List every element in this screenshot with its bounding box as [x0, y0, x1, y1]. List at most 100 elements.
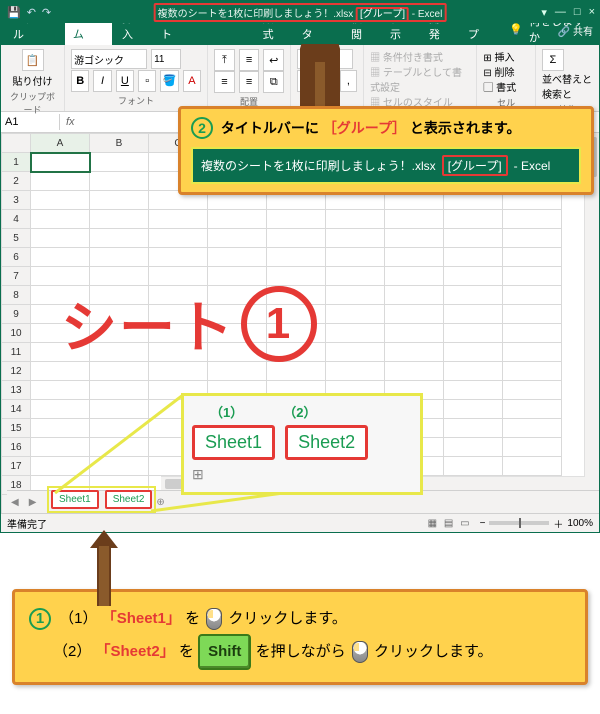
sheet-nav-prev[interactable]: ◀ — [7, 497, 23, 508]
cell[interactable] — [208, 362, 267, 381]
fill-color-button[interactable]: 🪣 — [160, 70, 178, 92]
cell[interactable] — [385, 248, 444, 267]
cell[interactable] — [503, 324, 562, 343]
row-header[interactable]: 5 — [2, 229, 31, 248]
cell[interactable] — [267, 248, 326, 267]
window-close-icon[interactable]: × — [589, 6, 595, 19]
italic-button[interactable]: I — [93, 70, 111, 92]
cell[interactable] — [444, 248, 503, 267]
cell[interactable] — [326, 210, 385, 229]
cell[interactable] — [326, 324, 385, 343]
sheet-nav-next[interactable]: ▶ — [25, 497, 41, 508]
cell[interactable] — [31, 153, 90, 172]
font-size-select[interactable] — [151, 49, 181, 69]
cell[interactable] — [31, 210, 90, 229]
cell[interactable] — [31, 229, 90, 248]
cell[interactable] — [31, 400, 90, 419]
cell[interactable] — [503, 381, 562, 400]
cell[interactable] — [326, 343, 385, 362]
cell[interactable] — [503, 248, 562, 267]
cell[interactable] — [385, 362, 444, 381]
cell[interactable] — [90, 400, 149, 419]
sheet-tab-sheet1[interactable]: Sheet1 — [51, 490, 99, 509]
cell[interactable] — [385, 305, 444, 324]
wrap-text-button[interactable]: ↩ — [263, 49, 284, 71]
border-button[interactable]: ▫ — [138, 70, 156, 92]
zoom-out-button[interactable]: − — [480, 518, 486, 529]
underline-button[interactable]: U — [116, 70, 134, 92]
cell[interactable] — [444, 305, 503, 324]
col-header[interactable]: B — [90, 134, 149, 153]
cell[interactable] — [326, 229, 385, 248]
cell[interactable] — [31, 381, 90, 400]
cell[interactable] — [503, 229, 562, 248]
align-left-button[interactable]: ≡ — [214, 71, 235, 93]
window-maximize-icon[interactable]: □ — [574, 6, 581, 19]
format-as-table-button[interactable]: ▦ テーブルとして書式設定 — [370, 64, 470, 94]
cell[interactable] — [326, 267, 385, 286]
align-middle-button[interactable]: ≡ — [239, 49, 260, 71]
cell[interactable] — [444, 457, 503, 476]
merge-button[interactable]: ⧉ — [263, 71, 284, 93]
view-page-break-icon[interactable]: ▭ — [460, 518, 469, 529]
zoom-level[interactable]: 100% — [567, 518, 593, 529]
ribbon-options-icon[interactable]: ▾ — [541, 6, 547, 19]
cell[interactable] — [90, 210, 149, 229]
comma-button[interactable]: , — [340, 70, 357, 92]
cell[interactable] — [31, 419, 90, 438]
cell[interactable] — [385, 210, 444, 229]
bold-button[interactable]: B — [71, 70, 89, 92]
cell[interactable] — [385, 286, 444, 305]
cell[interactable] — [31, 362, 90, 381]
cell[interactable] — [90, 153, 149, 172]
find-select-button[interactable]: 検索と — [542, 86, 593, 101]
cell[interactable] — [444, 324, 503, 343]
row-header[interactable]: 15 — [2, 419, 31, 438]
cell[interactable] — [31, 172, 90, 191]
format-cells-button[interactable]: ▢ 書式 — [483, 79, 529, 94]
row-header[interactable]: 14 — [2, 400, 31, 419]
cell[interactable] — [149, 229, 208, 248]
cell[interactable] — [90, 362, 149, 381]
cell[interactable] — [326, 362, 385, 381]
cell[interactable] — [326, 305, 385, 324]
col-header[interactable]: A — [31, 134, 90, 153]
cell[interactable] — [326, 286, 385, 305]
cell[interactable] — [90, 381, 149, 400]
cell[interactable] — [90, 172, 149, 191]
row-header[interactable]: 1 — [2, 153, 31, 172]
cell[interactable] — [503, 267, 562, 286]
cell[interactable] — [90, 438, 149, 457]
row-header[interactable]: 10 — [2, 324, 31, 343]
row-header[interactable]: 6 — [2, 248, 31, 267]
row-header[interactable]: 4 — [2, 210, 31, 229]
cell[interactable] — [31, 438, 90, 457]
row-header[interactable]: 9 — [2, 305, 31, 324]
cell[interactable] — [503, 362, 562, 381]
qat-redo-icon[interactable]: ↷ — [42, 6, 51, 19]
cell[interactable] — [208, 210, 267, 229]
cell[interactable] — [444, 362, 503, 381]
cell[interactable] — [90, 457, 149, 476]
cell[interactable] — [149, 210, 208, 229]
row-header[interactable]: 17 — [2, 457, 31, 476]
cell[interactable] — [503, 457, 562, 476]
cell[interactable] — [31, 457, 90, 476]
row-header[interactable]: 13 — [2, 381, 31, 400]
align-top-button[interactable]: ⤒ — [214, 49, 235, 71]
cell[interactable] — [444, 400, 503, 419]
cell[interactable] — [31, 191, 90, 210]
cell[interactable] — [444, 438, 503, 457]
cell[interactable] — [90, 191, 149, 210]
qat-save-icon[interactable]: 💾 — [7, 6, 21, 19]
cell[interactable] — [444, 210, 503, 229]
fx-icon[interactable]: fx — [60, 116, 81, 128]
cell[interactable] — [444, 267, 503, 286]
align-center-button[interactable]: ≡ — [239, 71, 260, 93]
row-header[interactable]: 7 — [2, 267, 31, 286]
cell[interactable] — [444, 286, 503, 305]
cell[interactable] — [503, 343, 562, 362]
cell[interactable] — [90, 229, 149, 248]
cell[interactable] — [444, 343, 503, 362]
cell[interactable] — [149, 248, 208, 267]
